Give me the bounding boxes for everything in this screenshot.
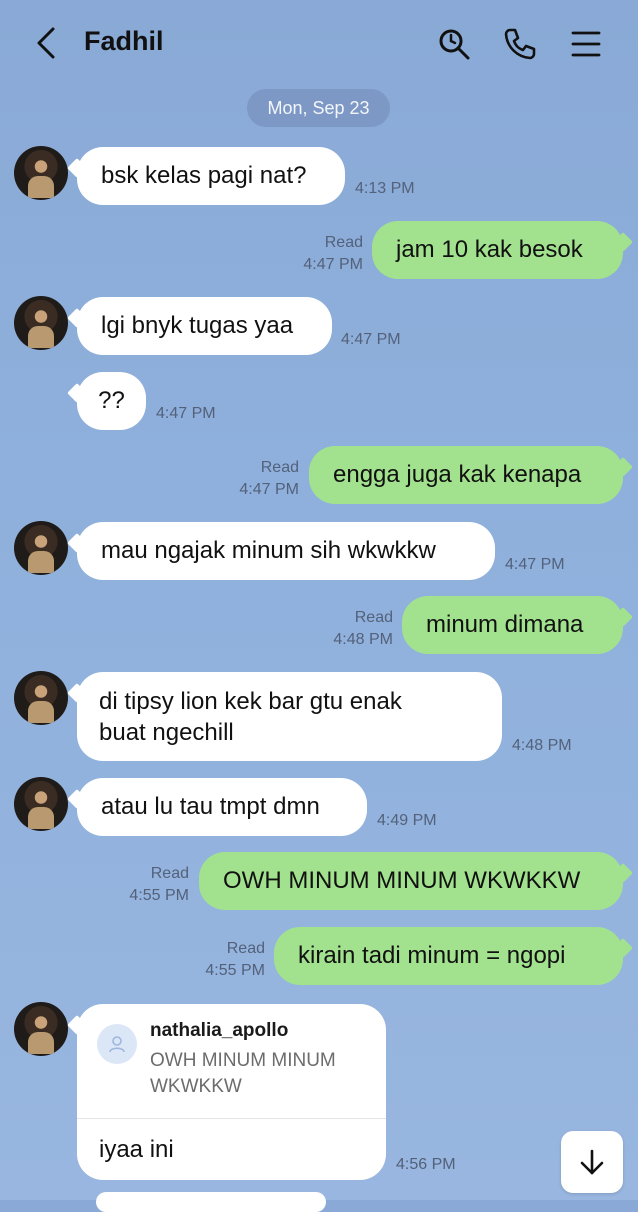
search-button[interactable] — [434, 24, 474, 64]
avatar[interactable] — [14, 671, 68, 725]
message-time: 4:47 PM — [505, 556, 565, 573]
contact-name[interactable]: Fadhil — [84, 26, 164, 57]
incoming-message[interactable]: mau ngajak minum sih wkwkkw — [77, 522, 495, 580]
avatar[interactable] — [14, 146, 68, 200]
date-separator: Mon, Sep 23 — [247, 89, 390, 127]
message-time: 4:13 PM — [355, 180, 415, 197]
incoming-message[interactable]: atau lu tau tmpt dmn — [77, 778, 367, 836]
message-time: 4:48 PM — [512, 737, 572, 754]
quoted-username: nathalia_apollo — [150, 1020, 289, 1041]
message-time: 4:47 PM — [156, 405, 216, 422]
read-receipt: Read — [260, 459, 299, 476]
quoted-text: OWH MINUM MINUM WKWKKW — [150, 1050, 336, 1097]
read-receipt: Read — [324, 234, 363, 251]
message-time: 4:48 PM — [333, 631, 393, 648]
avatar[interactable] — [14, 521, 68, 575]
message-time: 4:55 PM — [129, 887, 189, 904]
back-button[interactable] — [28, 22, 64, 64]
scroll-to-bottom-button[interactable] — [561, 1131, 623, 1193]
quote-divider — [77, 1118, 386, 1119]
reply-message[interactable]: nathalia_apollo OWH MINUM MINUM WKWKKW i… — [77, 1004, 386, 1180]
incoming-message[interactable]: lgi bnyk tugas yaa — [77, 297, 332, 355]
user-icon — [109, 1036, 125, 1053]
menu-button[interactable] — [566, 24, 606, 64]
chat-header: Fadhil — [0, 0, 638, 86]
incoming-message[interactable]: bsk kelas pagi nat? — [77, 147, 345, 205]
quoted-user-avatar — [97, 1024, 137, 1064]
search-icon — [439, 29, 470, 60]
read-receipt: Read — [354, 609, 393, 626]
arrow-down-icon — [580, 1149, 604, 1175]
phone-icon — [504, 28, 536, 60]
avatar[interactable] — [14, 296, 68, 350]
avatar[interactable] — [14, 777, 68, 831]
message-time: 4:47 PM — [303, 256, 363, 273]
call-button[interactable] — [500, 24, 540, 64]
message-text-line: di tipsy lion kek bar gtu enak — [99, 688, 402, 715]
read-receipt: Read — [150, 865, 189, 882]
outgoing-message[interactable]: jam 10 kak besok — [372, 221, 623, 279]
outgoing-message[interactable]: minum dimana — [402, 596, 623, 654]
next-message-peek — [96, 1192, 326, 1212]
message-time: 4:49 PM — [377, 812, 437, 829]
outgoing-message[interactable]: engga juga kak kenapa — [309, 446, 623, 504]
outgoing-message[interactable]: kirain tadi minum = ngopi — [274, 927, 623, 985]
outgoing-message[interactable]: OWH MINUM MINUM WKWKKW — [199, 852, 623, 910]
message-time: 4:47 PM — [341, 331, 401, 348]
message-time: 4:56 PM — [396, 1156, 456, 1173]
read-receipt: Read — [226, 940, 265, 957]
message-text-line: buat ngechill — [99, 719, 234, 746]
message-time: 4:47 PM — [239, 481, 299, 498]
reply-text: iyaa ini — [99, 1136, 174, 1163]
incoming-message[interactable]: di tipsy lion kek bar gtu enak buat ngec… — [77, 672, 502, 761]
menu-icon — [571, 31, 601, 57]
incoming-message[interactable]: ?? — [77, 372, 146, 430]
avatar[interactable] — [14, 1002, 68, 1056]
message-time: 4:55 PM — [205, 962, 265, 979]
back-chevron-icon — [37, 27, 55, 59]
